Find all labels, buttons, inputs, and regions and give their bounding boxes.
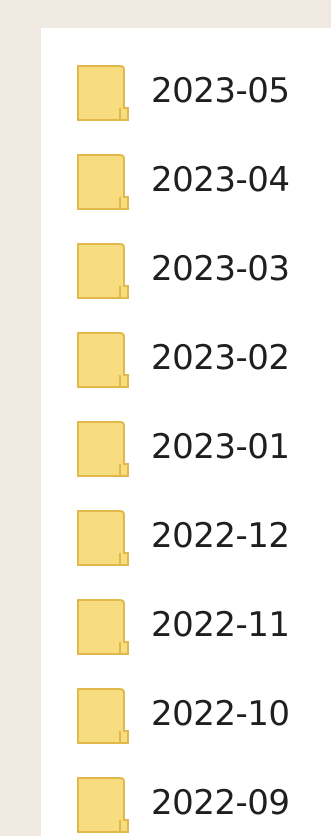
list-item[interactable]: 2023-05 (41, 56, 331, 128)
folder-name: 2022-10 (151, 694, 290, 734)
folder-icon (76, 509, 130, 567)
file-list-panel: 2023-05 2023-04 2023-03 2023-02 2023-01 … (41, 28, 331, 836)
folder-icon (76, 64, 130, 122)
folder-name: 2022-12 (151, 516, 290, 556)
list-item[interactable]: 2022-11 (41, 590, 331, 662)
list-item[interactable]: 2023-02 (41, 323, 331, 395)
list-item[interactable]: 2023-03 (41, 234, 331, 306)
folder-icon (76, 687, 130, 745)
folder-icon (76, 420, 130, 478)
folder-icon (76, 153, 130, 211)
folder-icon (76, 776, 130, 834)
folder-name: 2023-04 (151, 160, 290, 200)
folder-name: 2022-11 (151, 605, 290, 645)
folder-name: 2023-03 (151, 249, 290, 289)
list-item[interactable]: 2022-10 (41, 679, 331, 751)
folder-icon (76, 331, 130, 389)
list-item[interactable]: 2023-04 (41, 145, 331, 217)
folder-icon (76, 598, 130, 656)
list-item[interactable]: 2022-12 (41, 501, 331, 573)
folder-name: 2023-01 (151, 427, 290, 467)
folder-name: 2023-05 (151, 71, 290, 111)
folder-name: 2022-09 (151, 783, 290, 823)
list-item[interactable]: 2022-09 (41, 768, 331, 836)
folder-icon (76, 242, 130, 300)
explorer-window: 2023-05 2023-04 2023-03 2023-02 2023-01 … (0, 0, 331, 836)
folder-list: 2023-05 2023-04 2023-03 2023-02 2023-01 … (41, 28, 331, 836)
list-item[interactable]: 2023-01 (41, 412, 331, 484)
folder-name: 2023-02 (151, 338, 290, 378)
